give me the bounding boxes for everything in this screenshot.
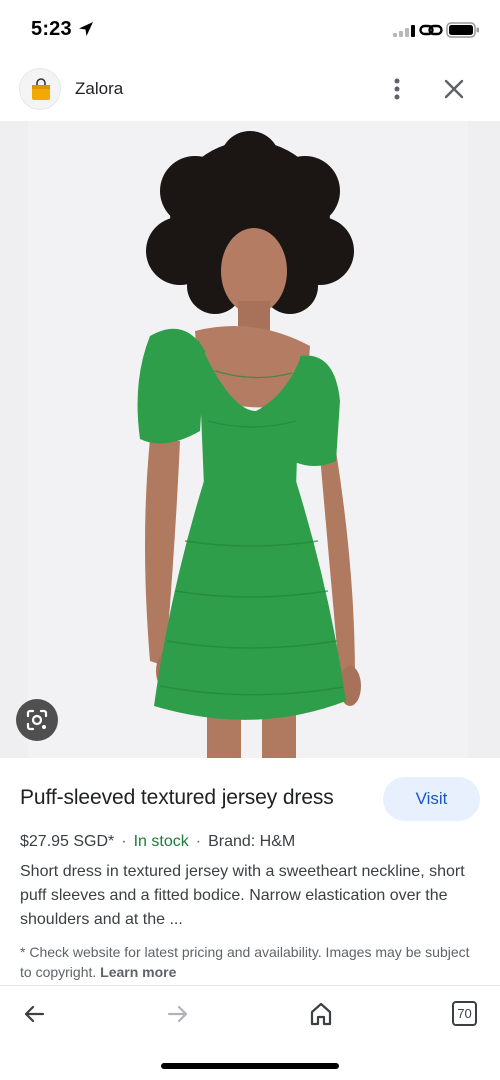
back-arrow-icon[interactable] [19,999,49,1029]
home-icon[interactable] [306,999,336,1029]
product-description: Short dress in textured jersey with a sw… [20,863,465,928]
status-bar: 5:23 [0,0,500,60]
google-lens-icon [26,709,48,731]
google-lens-button[interactable] [16,699,58,741]
tabs-icon[interactable]: 70 [452,1001,477,1026]
link-icon [419,24,443,36]
price: $27.95 SGD* [20,833,115,850]
shopping-bag-icon [32,78,50,100]
site-name[interactable]: Zalora [75,79,123,99]
separator: · [121,833,127,850]
disclaimer: * Check website for latest pricing and a… [20,942,480,982]
forward-arrow-icon[interactable] [163,999,193,1029]
separator: · [195,833,202,850]
more-vertical-icon[interactable] [384,75,410,103]
signal-icon [393,25,415,37]
status-time: 5:23 [31,18,72,40]
product-meta: $27.95 SGD* · In stock · Brand: H&M [20,833,295,851]
close-icon[interactable] [441,76,467,102]
location-arrow-icon [79,22,93,36]
battery-icon [446,22,479,38]
brand: Brand: H&M [208,833,296,850]
home-indicator [161,1063,339,1069]
site-header: Zalora [0,60,500,120]
site-logo[interactable] [19,68,61,110]
disclaimer-text: * Check website for latest pricing and a… [20,944,470,980]
stock-status: In stock [133,833,189,850]
product-photo [0,121,500,758]
visit-button[interactable]: Visit [383,777,480,821]
product-title[interactable]: Puff-sleeved textured jersey dress [20,786,334,810]
learn-more-link[interactable]: Learn more [100,964,176,980]
product-image[interactable] [0,121,500,758]
